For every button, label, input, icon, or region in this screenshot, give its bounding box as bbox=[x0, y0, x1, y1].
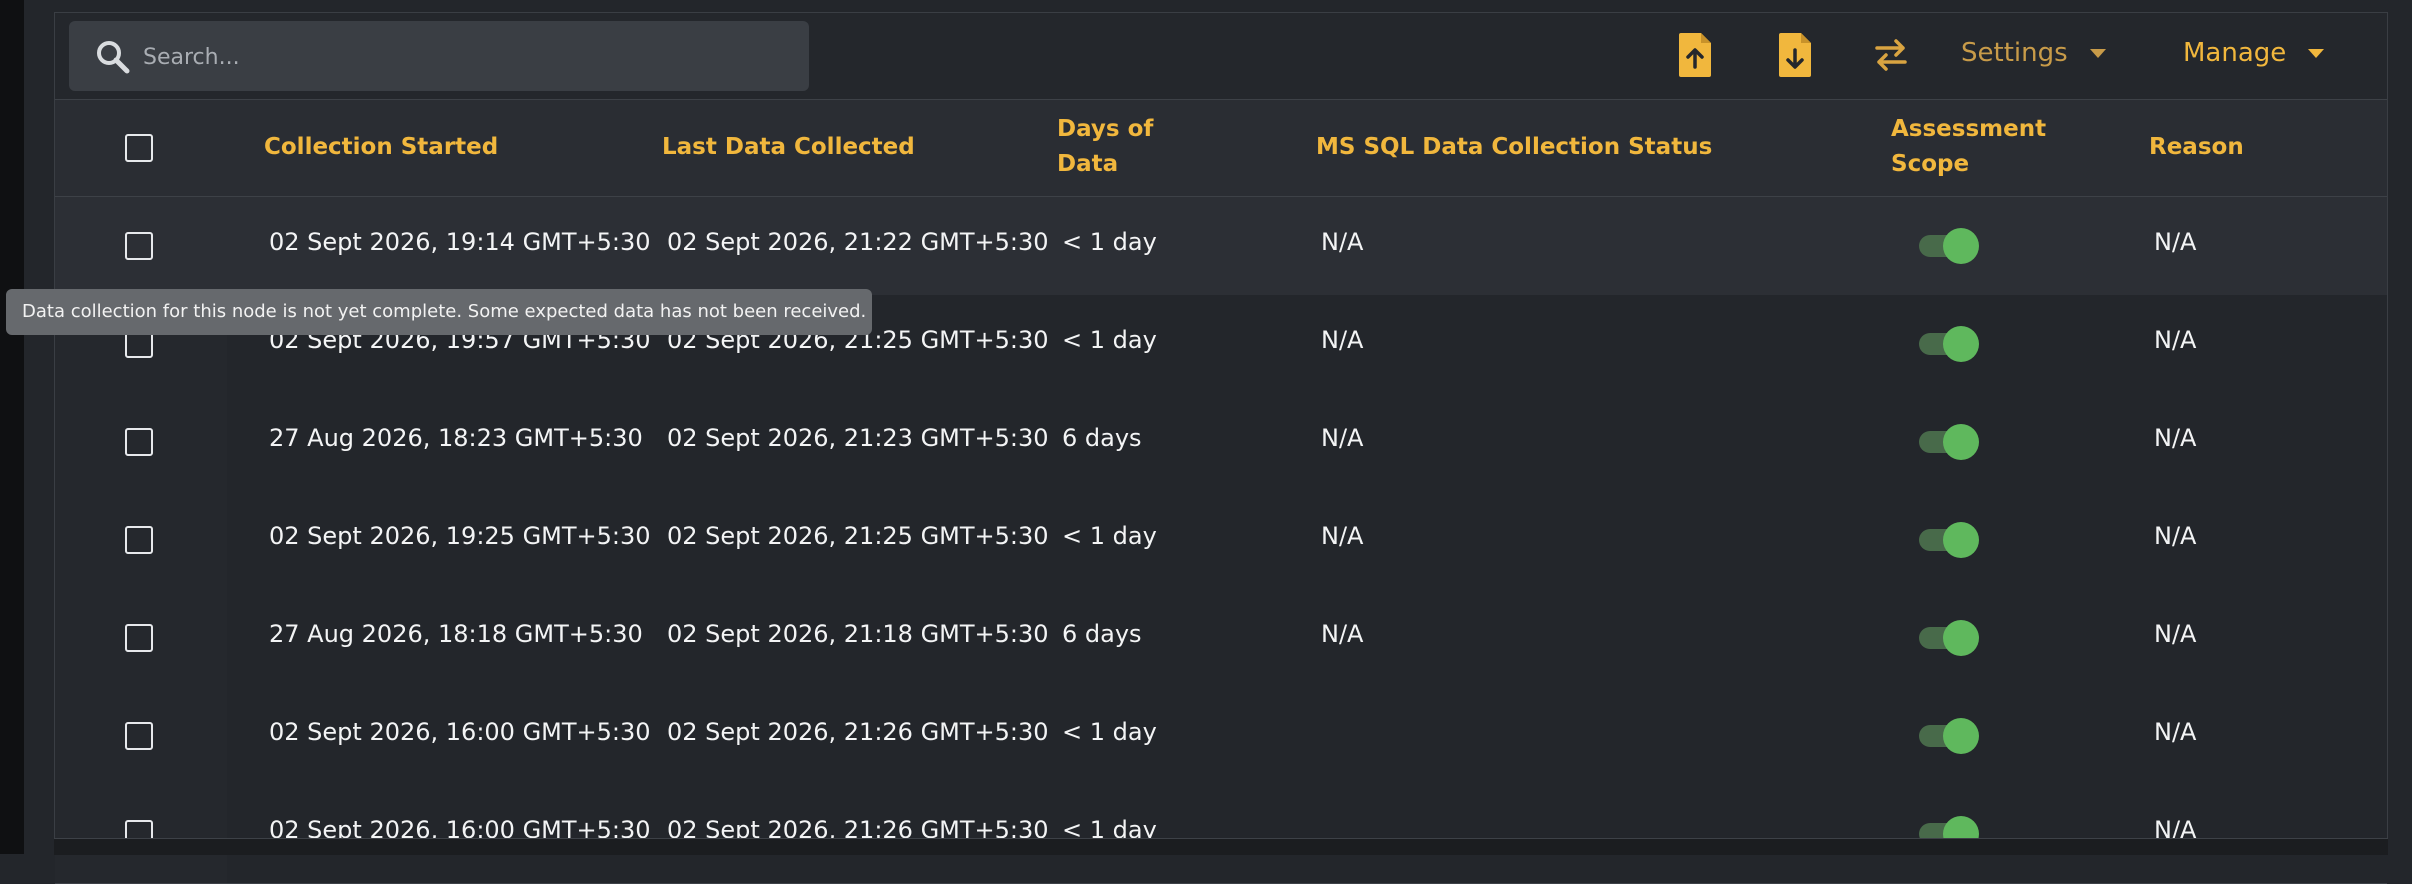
assessment-scope-toggle[interactable] bbox=[1917, 522, 1979, 558]
search-input[interactable] bbox=[141, 31, 785, 83]
assessment-scope-toggle[interactable] bbox=[1917, 718, 1979, 754]
chevron-down-icon bbox=[2089, 48, 2106, 58]
cell-last-data-collected: 02 Sept 2026, 21:23 GMT+5:30 bbox=[667, 424, 1049, 452]
cell-collection-started: 02 Sept 2026, 19:25 GMT+5:30 bbox=[269, 522, 651, 550]
header-ms-sql-status[interactable]: MS SQL Data Collection Status bbox=[1316, 130, 1712, 165]
row-checkbox[interactable] bbox=[125, 232, 153, 260]
row-checkbox[interactable] bbox=[125, 722, 153, 750]
cell-ms-sql-status: N/A bbox=[1321, 424, 1364, 452]
toggle-knob bbox=[1943, 620, 1979, 656]
row-checkbox-cell bbox=[55, 589, 227, 687]
header-collection-started[interactable]: Collection Started bbox=[264, 130, 498, 165]
table-toolbar: Settings Manage bbox=[55, 13, 2387, 100]
row-checkbox-cell bbox=[55, 393, 227, 491]
search-icon bbox=[97, 41, 130, 74]
toggle-knob bbox=[1943, 718, 1979, 754]
assessment-scope-toggle[interactable] bbox=[1917, 326, 1979, 362]
row-checkbox[interactable] bbox=[125, 526, 153, 554]
swap-arrows-icon[interactable] bbox=[1871, 35, 1911, 75]
cell-collection-started: 27 Aug 2026, 18:18 GMT+5:30 bbox=[269, 620, 643, 648]
assessment-scope-toggle[interactable] bbox=[1917, 620, 1979, 656]
cell-ms-sql-status: N/A bbox=[1321, 326, 1364, 354]
header-days-line1: Days of bbox=[1057, 116, 1154, 142]
header-last-data-collected[interactable]: Last Data Collected bbox=[662, 130, 915, 165]
cell-ms-sql-status: N/A bbox=[1321, 228, 1364, 256]
manage-menu[interactable]: Manage bbox=[2183, 33, 2325, 73]
file-download-icon[interactable] bbox=[1775, 31, 1815, 79]
cell-last-data-collected: 02 Sept 2026, 21:18 GMT+5:30 bbox=[667, 620, 1049, 648]
manage-label: Manage bbox=[2183, 38, 2287, 68]
toggle-knob bbox=[1943, 228, 1979, 264]
cell-reason: N/A bbox=[2154, 620, 2197, 648]
cell-days-of-data: 6 days bbox=[1062, 620, 1142, 648]
row-checkbox-cell bbox=[55, 687, 227, 785]
table-row[interactable]: 27 Aug 2026, 18:18 GMT+5:30 02 Sept 2026,… bbox=[55, 589, 2387, 688]
row-checkbox-cell bbox=[55, 491, 227, 589]
row-checkbox[interactable] bbox=[125, 624, 153, 652]
cell-days-of-data: < 1 day bbox=[1062, 326, 1157, 354]
settings-menu[interactable]: Settings bbox=[1961, 33, 2106, 73]
toggle-knob bbox=[1943, 326, 1979, 362]
cell-last-data-collected: 02 Sept 2026, 21:22 GMT+5:30 bbox=[667, 228, 1049, 256]
cell-reason: N/A bbox=[2154, 718, 2197, 746]
cell-last-data-collected: 02 Sept 2026, 21:25 GMT+5:30 bbox=[667, 522, 1049, 550]
table-row[interactable]: 27 Aug 2026, 18:23 GMT+5:30 02 Sept 2026,… bbox=[55, 393, 2387, 492]
row-checkbox-cell bbox=[55, 785, 227, 883]
left-edge-strip bbox=[0, 0, 24, 854]
toggle-knob bbox=[1943, 522, 1979, 558]
cell-days-of-data: < 1 day bbox=[1062, 522, 1157, 550]
select-all-checkbox[interactable] bbox=[125, 134, 153, 162]
table-row[interactable]: 02 Sept 2026, 16:00 GMT+5:30 02 Sept 2026… bbox=[55, 687, 2387, 786]
table-header: Collection Started Last Data Collected D… bbox=[55, 100, 2387, 197]
toggle-knob bbox=[1943, 424, 1979, 460]
cell-days-of-data: 6 days bbox=[1062, 424, 1142, 452]
header-reason[interactable]: Reason bbox=[2149, 130, 2244, 165]
horizontal-scrollbar[interactable] bbox=[54, 838, 2388, 855]
file-upload-icon[interactable] bbox=[1675, 31, 1715, 79]
header-days-of-data[interactable]: Days of Data bbox=[1057, 112, 1153, 182]
cell-days-of-data: < 1 day bbox=[1062, 718, 1157, 746]
cell-collection-started: 27 Aug 2026, 18:23 GMT+5:30 bbox=[269, 424, 643, 452]
cell-days-of-data: < 1 day bbox=[1062, 228, 1157, 256]
cell-ms-sql-status: N/A bbox=[1321, 522, 1364, 550]
cell-reason: N/A bbox=[2154, 424, 2197, 452]
chevron-down-icon bbox=[2308, 48, 2325, 58]
cell-reason: N/A bbox=[2154, 228, 2197, 256]
cell-reason: N/A bbox=[2154, 522, 2197, 550]
row-checkbox[interactable] bbox=[125, 428, 153, 456]
header-scope-line2: Scope bbox=[1891, 151, 1970, 177]
table-row[interactable]: 02 Sept 2026, 19:25 GMT+5:30 02 Sept 2026… bbox=[55, 491, 2387, 590]
header-days-line2: Data bbox=[1057, 151, 1119, 177]
cell-collection-started: 02 Sept 2026, 16:00 GMT+5:30 bbox=[269, 718, 651, 746]
table-row[interactable]: 02 Sept 2026, 16:00 GMT+5:30 02 Sept 2026… bbox=[55, 785, 2387, 884]
table-row[interactable]: 02 Sept 2026, 19:14 GMT+5:30 02 Sept 2026… bbox=[55, 197, 2387, 296]
header-assessment-scope[interactable]: Assessment Scope bbox=[1891, 112, 2046, 182]
row-checkbox-cell bbox=[55, 197, 227, 295]
cell-reason: N/A bbox=[2154, 326, 2197, 354]
nodes-table-panel: Settings Manage Collection Started Last … bbox=[54, 12, 2388, 884]
cell-collection-started: 02 Sept 2026, 19:14 GMT+5:30 bbox=[269, 228, 651, 256]
cell-last-data-collected: 02 Sept 2026, 21:26 GMT+5:30 bbox=[667, 718, 1049, 746]
data-incomplete-tooltip: Data collection for this node is not yet… bbox=[6, 289, 872, 335]
cell-ms-sql-status: N/A bbox=[1321, 620, 1364, 648]
assessment-scope-toggle[interactable] bbox=[1917, 228, 1979, 264]
settings-label: Settings bbox=[1961, 38, 2068, 68]
header-scope-line1: Assessment bbox=[1891, 116, 2047, 142]
assessment-scope-toggle[interactable] bbox=[1917, 424, 1979, 460]
search-box[interactable] bbox=[69, 21, 809, 91]
